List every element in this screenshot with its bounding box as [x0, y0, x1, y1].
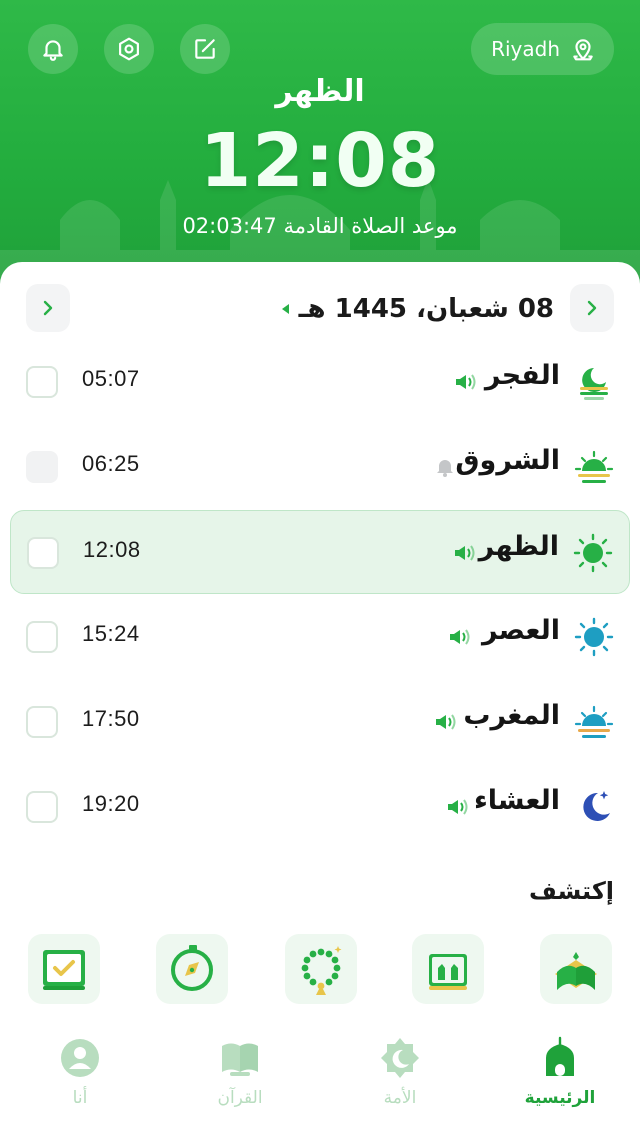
location-icon [573, 39, 593, 61]
profile-icon [61, 1039, 99, 1077]
tab-label: الرئيسية [524, 1088, 596, 1108]
prayer-time: 06:25 [82, 451, 140, 476]
prayer-name: الفجر [484, 360, 560, 391]
edit-button[interactable] [180, 24, 230, 74]
prayer-row-sunrise[interactable]: 06:25 الشروق [10, 425, 630, 509]
header-hero: Riyadh الظهر 12:08 موعد الصلاة القادمة 0… [0, 0, 640, 300]
tab-community[interactable]: الأمة [320, 1036, 480, 1136]
explore-tile-checklist[interactable] [28, 934, 100, 1004]
notifications-button[interactable] [28, 24, 78, 74]
asr-sun-icon [574, 617, 614, 657]
quran-icon [222, 1043, 258, 1076]
sound-icon[interactable] [434, 712, 456, 732]
prayer-name: الظهر [478, 531, 559, 562]
prayer-name: المغرب [463, 700, 560, 731]
prayer-checkbox [26, 451, 58, 483]
prayer-checkbox[interactable] [26, 706, 58, 738]
tab-profile[interactable]: أنا [0, 1036, 160, 1136]
qibla-compass-icon [171, 945, 213, 991]
tab-home[interactable]: الرئيسية [480, 1036, 640, 1136]
prayer-sheet: 08 شعبان، 1445 هـ 05:07 الفجر 06:25 الشر… [0, 262, 640, 1138]
prayer-time: 05:07 [82, 366, 140, 391]
prayer-time: 12:08 [83, 537, 141, 562]
prayer-checkbox[interactable] [26, 366, 58, 398]
explore-tile-quran[interactable] [540, 934, 612, 1004]
prayer-row-maghrib[interactable]: 17:50 المغرب [10, 680, 630, 764]
prayer-checkbox[interactable] [27, 537, 59, 569]
checklist-icon [43, 950, 85, 990]
sunset-icon [574, 705, 614, 738]
prayer-time: 19:20 [82, 791, 140, 816]
dua-hands-icon [429, 954, 467, 990]
sound-icon[interactable] [446, 797, 468, 817]
prayer-name: العشاء [473, 785, 560, 816]
explore-title: إكتشف [529, 877, 614, 905]
next-prayer-label: موعد الصلاة القادمة [283, 214, 458, 238]
tasbih-icon [301, 946, 342, 995]
sound-icon[interactable] [454, 372, 476, 392]
city-name: Riyadh [491, 37, 560, 61]
prayer-row-asr[interactable]: 15:24 العصر [10, 595, 630, 679]
dhuhr-sun-icon [573, 533, 613, 573]
previous-day-button[interactable] [26, 284, 70, 332]
next-prayer-countdown: موعد الصلاة القادمة 02:03:47 [0, 214, 640, 238]
location-button[interactable]: Riyadh [471, 23, 614, 75]
explore-tile-tasbih[interactable] [285, 934, 357, 1004]
next-prayer-time: 02:03:47 [182, 214, 277, 238]
home-mosque-icon [546, 1036, 574, 1076]
date-dropdown-icon [281, 304, 289, 314]
hijri-date-text: 08 شعبان، 1445 هـ [298, 294, 554, 324]
chevron-left-icon [43, 300, 53, 316]
tab-label: القرآن [217, 1088, 263, 1108]
bottom-navigation: الرئيسية الأمة القرآن أنا [0, 1020, 640, 1138]
tab-quran[interactable]: القرآن [160, 1036, 320, 1136]
sound-icon[interactable] [448, 627, 470, 647]
prayer-checkbox[interactable] [26, 621, 58, 653]
community-icon [381, 1038, 419, 1078]
settings-icon [119, 37, 139, 61]
current-prayer-time: 12:08 [199, 118, 441, 204]
hijri-date[interactable]: 08 شعبان، 1445 هـ [281, 288, 554, 330]
tab-label: الأمة [383, 1088, 417, 1108]
prayer-name: الشروق [455, 445, 560, 476]
quran-book-icon [555, 952, 597, 990]
prayer-row-isha[interactable]: 19:20 العشاء [10, 765, 630, 849]
explore-tile-qibla[interactable] [156, 934, 228, 1004]
bell-icon [43, 40, 63, 61]
sunrise-icon [574, 450, 614, 483]
prayer-name: العصر [481, 615, 560, 646]
settings-button[interactable] [104, 24, 154, 74]
edit-icon [195, 39, 215, 59]
next-day-button[interactable] [570, 284, 614, 332]
prayer-checkbox[interactable] [26, 791, 58, 823]
chevron-right-icon [587, 300, 597, 316]
prayer-row-fajr[interactable]: 05:07 الفجر [10, 340, 630, 424]
prayer-time: 17:50 [82, 706, 140, 731]
sound-icon[interactable] [453, 543, 475, 563]
current-prayer-name: الظهر [275, 74, 365, 109]
explore-tile-dua[interactable] [412, 934, 484, 1004]
prayer-time: 15:24 [82, 621, 140, 646]
tab-label: أنا [72, 1088, 88, 1108]
moon-icon [583, 791, 610, 821]
prayer-row-dhuhr[interactable]: 12:08 الظهر [10, 510, 630, 594]
bell-icon[interactable] [434, 457, 456, 477]
fajr-icon [580, 368, 608, 400]
